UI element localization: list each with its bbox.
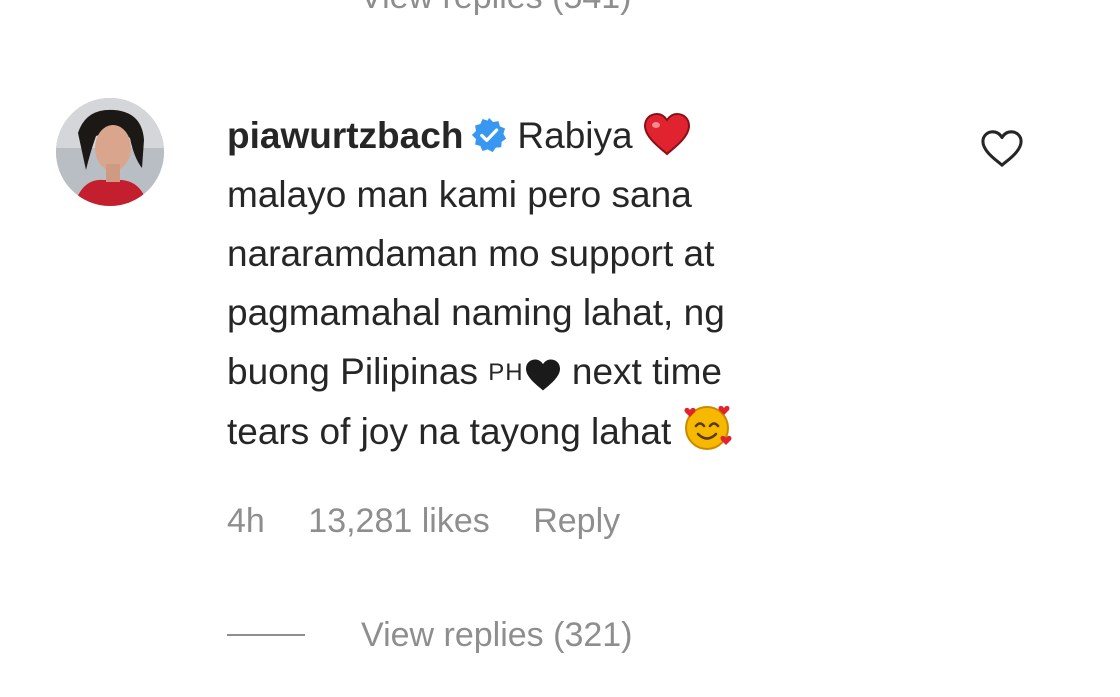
view-replies-label: View replies (321) <box>361 615 633 654</box>
heart-outline-like-icon[interactable] <box>979 128 1025 170</box>
replies-divider-line <box>227 634 305 636</box>
comment-text-line5a: buong Pilipinas <box>227 351 478 392</box>
comment-text-line5b: next time <box>571 351 722 392</box>
reply-button[interactable]: Reply <box>533 502 620 540</box>
comment-username[interactable]: piawurtzbach <box>227 115 463 156</box>
comment-timestamp[interactable]: 4h <box>227 502 265 540</box>
comment-text-line4: pagmamahal naming lahat, ng <box>227 292 725 333</box>
instagram-comment-screen: View replies (541) piawurtzbach Rabiya m… <box>0 0 1120 697</box>
red-heart-icon <box>643 112 690 156</box>
verified-badge-icon <box>472 117 507 153</box>
comment-text-line2: malayo man kami pero sana <box>227 174 692 215</box>
comment-text-line6: tears of joy na tayong lahat <box>227 411 672 452</box>
view-replies-previous-link[interactable]: View replies (541) <box>360 0 632 17</box>
comment-like-count[interactable]: 13,281 likes <box>308 502 489 540</box>
comment-body: piawurtzbach Rabiya malayo man kami pero… <box>227 106 927 461</box>
smiling-face-with-hearts-icon <box>684 405 732 450</box>
flag-ph-text: PH <box>488 359 524 386</box>
comment-meta: 4h 13,281 likes Reply <box>227 502 654 541</box>
comment-text-line1: Rabiya <box>517 115 633 156</box>
comment-text-line3: nararamdaman mo support at <box>227 233 715 274</box>
avatar-image <box>56 98 164 206</box>
avatar[interactable] <box>56 98 164 206</box>
view-replies-button[interactable]: View replies (321) <box>227 614 633 656</box>
black-heart-icon <box>525 359 560 391</box>
